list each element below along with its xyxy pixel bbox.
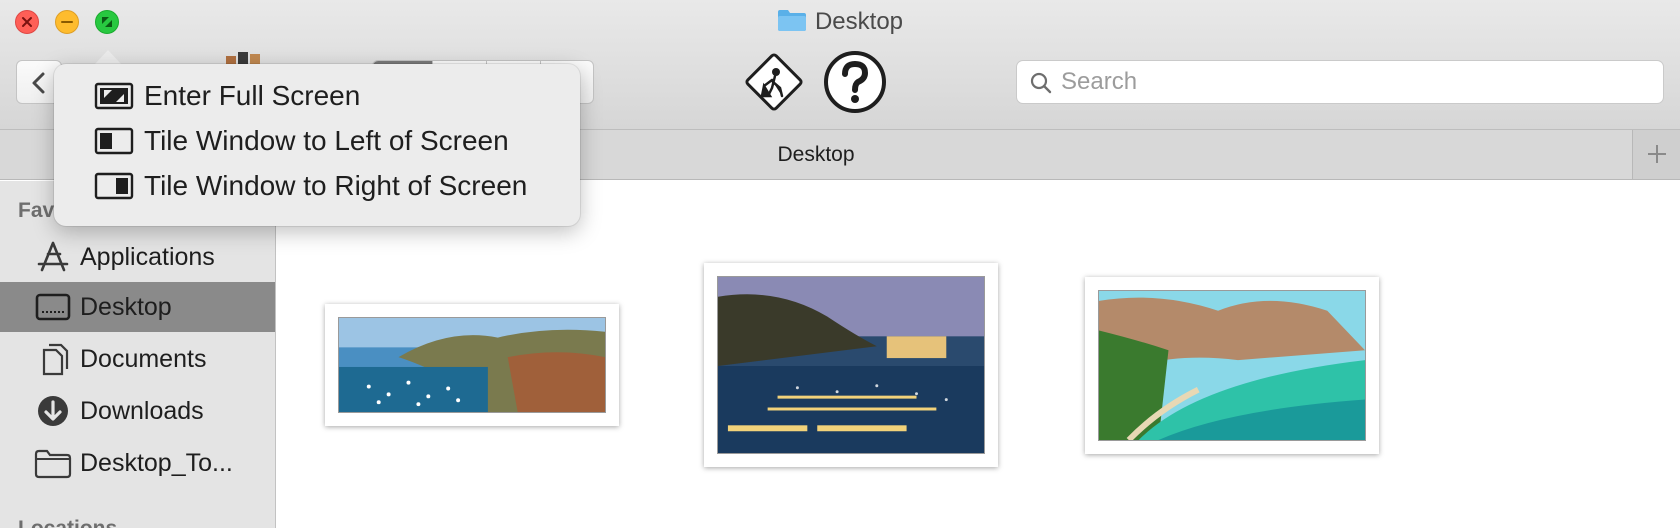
tile-right-icon — [94, 172, 134, 200]
search-icon — [1030, 72, 1052, 94]
fullscreen-icon — [94, 82, 134, 110]
favorites-heading: Fav — [18, 199, 55, 222]
search-field[interactable] — [1016, 60, 1664, 104]
desktop-icon — [35, 293, 71, 321]
sidebar: Fav Applications Desktop Documents Downl… — [0, 181, 276, 528]
sidebar-item-label: Documents — [80, 345, 207, 373]
sidebar-item-downloads[interactable]: Downloads — [0, 386, 275, 436]
finder-window: Desktop Search Desktop Fav Applications … — [0, 0, 1680, 528]
menu-item-tile-left[interactable]: Tile Window to Left of Screen — [94, 119, 564, 163]
folder-icon — [34, 449, 72, 479]
menu-item-label: Tile Window to Right of Screen — [144, 170, 528, 201]
applications-icon — [37, 241, 69, 272]
window-title-text: Desktop — [814, 8, 904, 35]
documents-icon — [42, 343, 69, 376]
file-browser-content — [277, 181, 1680, 528]
sidebar-item-desktop-to[interactable]: Desktop_To... — [0, 438, 275, 488]
menu-item-tile-right[interactable]: Tile Window to Right of Screen — [94, 164, 564, 208]
sidebar-item-documents[interactable]: Documents — [0, 334, 275, 384]
window-title: Desktop — [0, 8, 1680, 39]
sidebar-item-label: Applications — [80, 243, 215, 271]
tile-left-icon — [94, 127, 134, 155]
sidebar-item-label: Desktop_To... — [80, 449, 233, 477]
menu-item-label: Tile Window to Left of Screen — [144, 125, 509, 156]
window-tiling-popover: Enter Full Screen Tile Window to Left of… — [54, 64, 580, 226]
sidebar-item-label: Desktop — [80, 293, 172, 321]
cleaner-icon[interactable] — [742, 50, 806, 114]
harbor-panorama-image — [338, 317, 606, 413]
sidebar-item-applications[interactable]: Applications — [0, 232, 275, 282]
downloads-icon — [38, 396, 68, 426]
folder-icon — [777, 8, 807, 39]
plus-icon — [1648, 145, 1666, 163]
menu-item-enter-full-screen[interactable]: Enter Full Screen — [94, 74, 564, 118]
chevron-left-icon — [32, 72, 45, 94]
popover-arrow — [94, 50, 122, 65]
help-icon[interactable] — [823, 50, 887, 114]
file-thumbnail[interactable] — [704, 263, 998, 467]
menu-item-label: Enter Full Screen — [144, 80, 361, 111]
search-input[interactable] — [1061, 61, 1651, 103]
sidebar-item-desktop[interactable]: Desktop — [0, 282, 275, 332]
harbor-night-image — [717, 276, 985, 454]
file-thumbnail[interactable] — [325, 304, 619, 426]
locations-heading: Locations — [18, 517, 117, 528]
new-tab-button[interactable] — [1632, 130, 1680, 179]
file-thumbnail[interactable] — [1085, 277, 1379, 454]
sidebar-item-label: Downloads — [80, 397, 204, 425]
cove-painting-image — [1098, 290, 1366, 441]
